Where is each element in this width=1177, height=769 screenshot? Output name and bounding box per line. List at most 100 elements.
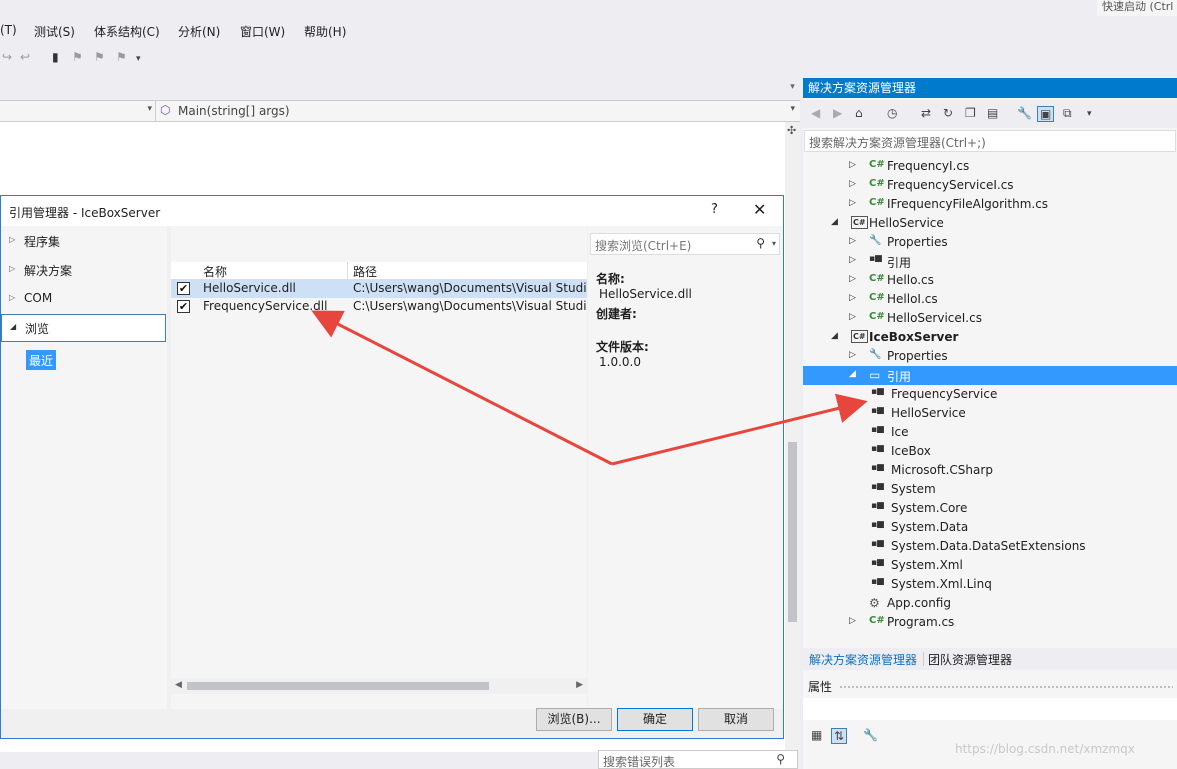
scroll-left-icon[interactable]: ◀ (175, 680, 182, 690)
menu-help[interactable]: 帮助(H) (304, 23, 346, 40)
properties-wrench-icon[interactable]: 🔧 (1017, 106, 1032, 120)
class-dropdown[interactable]: ▾ (0, 101, 156, 121)
member-dropdown[interactable]: ⬡ Main(string[] args) ▾ (158, 101, 798, 121)
menu-tools[interactable]: (T) (0, 23, 17, 37)
help-button[interactable]: ? (711, 202, 718, 217)
back-icon[interactable]: ◀ (811, 106, 820, 120)
tree-item[interactable]: ▪■ Microsoft.CSharp (803, 461, 1177, 480)
split-icon[interactable]: ✣ (787, 124, 796, 137)
tree-item[interactable]: ◢ C# IceBoxServer (803, 328, 1177, 347)
chevron-down-icon[interactable]: ▾ (772, 239, 776, 248)
tree-item[interactable]: ◢ ▭ 引用 (803, 366, 1177, 385)
tree-item[interactable]: ▪■ System (803, 480, 1177, 499)
scroll-right-icon[interactable]: ▶ (576, 680, 583, 690)
tree-item[interactable]: ▪■ IceBox (803, 442, 1177, 461)
expand-arrow-icon[interactable]: ▷ (849, 274, 856, 284)
category-browse[interactable]: ◢ 浏览 (1, 314, 166, 342)
tree-item[interactable]: ▷ C# IFrequencyFileAlgorithm.cs (803, 195, 1177, 214)
collapse-arrow-icon[interactable]: ◢ (831, 331, 838, 341)
tree-item[interactable]: ▪■ System.Data (803, 518, 1177, 537)
table-row[interactable]: ✔ HelloService.dll C:\Users\wang\Documen… (171, 280, 587, 298)
tree-item[interactable]: ▪■ System.Data.DataSetExtensions (803, 537, 1177, 556)
tab-solution-explorer[interactable]: 解决方案资源管理器 (809, 651, 917, 668)
cancel-button[interactable]: 取消 (698, 708, 774, 731)
tree-item[interactable]: ▷ C# HelloI.cs (803, 290, 1177, 309)
expand-arrow-icon[interactable]: ▷ (849, 255, 856, 265)
expand-arrow-icon[interactable]: ▷ (849, 293, 856, 303)
quick-launch-box[interactable]: 快速启动 (Ctrl (1097, 0, 1177, 16)
toolbar-icon[interactable]: ↪ (2, 50, 12, 64)
tree-item[interactable]: ▪■ System.Xml.Linq (803, 575, 1177, 594)
category-assemblies[interactable]: ▷ 程序集 (1, 228, 166, 254)
class-diagram-icon[interactable]: ⧉ (1063, 106, 1072, 121)
category-com[interactable]: ▷ COM (1, 286, 166, 312)
bookmark-prev-icon[interactable]: ⚑ (72, 50, 83, 64)
checkbox[interactable]: ✔ (177, 300, 190, 313)
bookmark-next-icon[interactable]: ⚑ (94, 50, 105, 64)
tree-item[interactable]: ▷ C# Hello.cs (803, 271, 1177, 290)
scrollbar-thumb[interactable] (187, 682, 489, 690)
expand-arrow-icon[interactable]: ▷ (849, 179, 856, 189)
expand-arrow-icon[interactable]: ▷ (849, 312, 856, 322)
solution-explorer-search[interactable]: 搜索解决方案资源管理器(Ctrl+;) (804, 130, 1176, 152)
bookmark-icon[interactable]: ▮ (52, 50, 59, 64)
browse-search-input[interactable]: 搜索浏览(Ctrl+E) ⚲ ▾ (590, 233, 780, 255)
category-solution[interactable]: ▷ 解决方案 (1, 257, 166, 283)
tree-item[interactable]: ⚙ App.config (803, 594, 1177, 613)
toolbar-overflow-icon[interactable]: ▾ (136, 54, 141, 64)
expand-arrow-icon[interactable]: ▷ (849, 616, 856, 626)
tree-item[interactable]: ▷ ▪■ 引用 (803, 252, 1177, 271)
menu-analyze[interactable]: 分析(N) (178, 23, 220, 40)
tree-item[interactable]: ▪■ FrequencyService (803, 385, 1177, 404)
collapse-all-icon[interactable]: ❐ (965, 106, 976, 120)
property-pages-wrench-icon[interactable]: 🔧 (863, 728, 878, 742)
collapse-arrow-icon[interactable]: ◢ (831, 217, 838, 227)
home-icon[interactable]: ⌂ (855, 106, 863, 120)
tree-item[interactable]: ◢ C# HelloService (803, 214, 1177, 233)
tree-item[interactable]: ▷ 🔧 Properties (803, 347, 1177, 366)
history-icon[interactable]: ◷ (887, 106, 897, 120)
close-button[interactable]: ✕ (753, 200, 766, 219)
chevron-down-icon[interactable]: ▾ (1087, 109, 1092, 119)
forward-icon[interactable]: ▶ (833, 106, 842, 120)
bookmark-clear-icon[interactable]: ⚑ (116, 50, 127, 64)
expand-arrow-icon[interactable]: ▷ (849, 198, 856, 208)
editor-vertical-scrollbar[interactable]: ✣ (785, 122, 800, 752)
refresh-icon[interactable]: ↻ (943, 106, 953, 120)
collapse-arrow-icon[interactable]: ◢ (849, 369, 856, 379)
tree-item[interactable]: ▪■ Ice (803, 423, 1177, 442)
properties-object-selector[interactable] (803, 698, 1177, 720)
checkbox[interactable]: ✔ (177, 282, 190, 295)
tree-item[interactable]: ▪■ System.Core (803, 499, 1177, 518)
tree-item[interactable]: ▪■ System.Xml (803, 556, 1177, 575)
scrollbar-thumb[interactable] (788, 442, 797, 622)
categorized-icon[interactable]: ▦ (811, 728, 822, 742)
horizontal-scrollbar[interactable]: ◀ ▶ (171, 678, 587, 694)
expand-arrow-icon[interactable]: ▷ (849, 236, 856, 246)
browse-button[interactable]: 浏览(B)... (536, 708, 612, 731)
menu-window[interactable]: 窗口(W) (240, 23, 285, 40)
tree-item[interactable]: ▷ C# FrequencyServiceI.cs (803, 176, 1177, 195)
preview-icon[interactable]: ▣ (1037, 106, 1055, 122)
tree-item[interactable]: ▷ C# FrequencyI.cs (803, 157, 1177, 176)
column-path[interactable]: 路径 (353, 263, 377, 280)
menu-architecture[interactable]: 体系结构(C) (94, 23, 160, 40)
expand-arrow-icon[interactable]: ▷ (849, 350, 856, 360)
table-row[interactable]: ✔ FrequencyService.dll C:\Users\wang\Doc… (171, 298, 587, 316)
toolbar-icon[interactable]: ↩ (20, 50, 30, 64)
tree-item[interactable]: ▪■ HelloService (803, 404, 1177, 423)
ok-button[interactable]: 确定 (617, 708, 693, 731)
tree-item[interactable]: ▷ 🔧 Properties (803, 233, 1177, 252)
tree-item[interactable]: ▷ C# Program.cs (803, 613, 1177, 632)
error-list-search[interactable]: 搜索错误列表 ⚲ (598, 750, 798, 769)
editor-dropdown-icon[interactable]: ▾ (785, 82, 800, 96)
sync-icon[interactable]: ⇄ (921, 106, 931, 120)
category-recent[interactable]: 最近 (26, 350, 57, 370)
menu-test[interactable]: 测试(S) (34, 23, 75, 40)
alphabetical-icon[interactable]: ⇅ (831, 728, 848, 744)
show-all-files-icon[interactable]: ▤ (987, 106, 998, 120)
expand-arrow-icon[interactable]: ▷ (849, 160, 856, 170)
tab-team-explorer[interactable]: 团队资源管理器 (928, 651, 1012, 668)
column-name[interactable]: 名称 (203, 263, 227, 280)
tree-item[interactable]: ▷ C# HelloServiceI.cs (803, 309, 1177, 328)
